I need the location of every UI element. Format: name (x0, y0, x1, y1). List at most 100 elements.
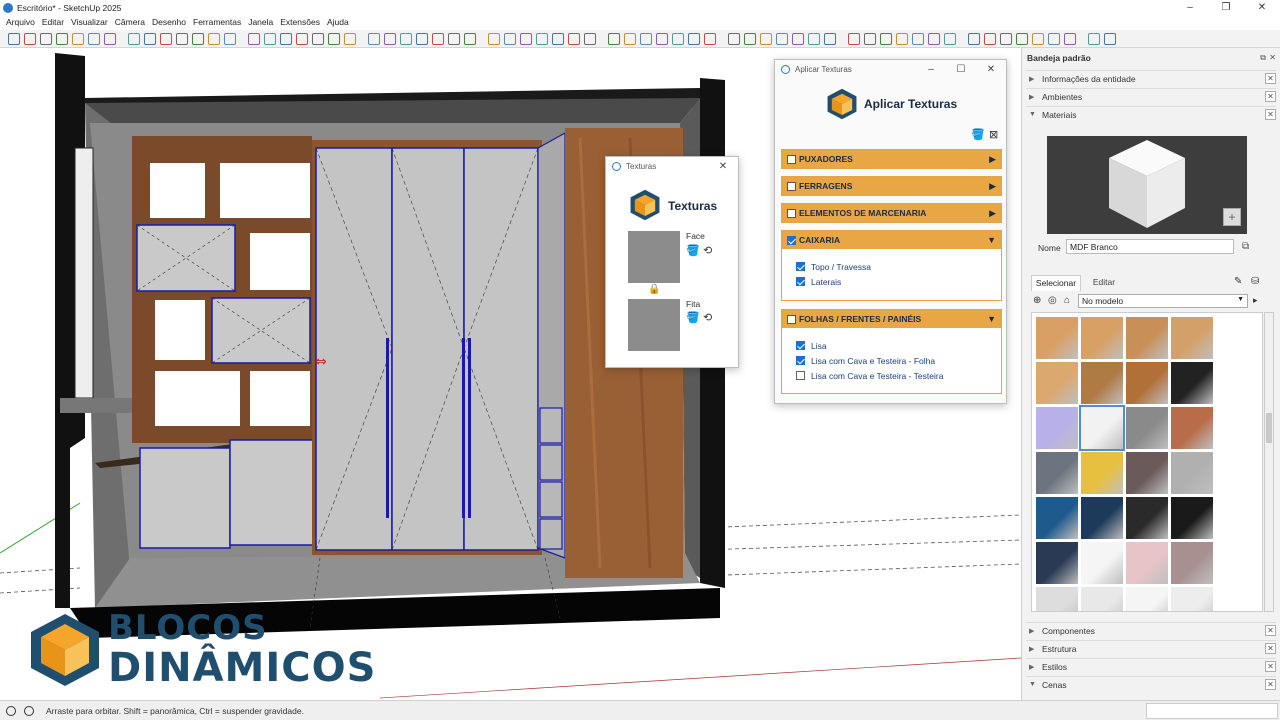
toolbar-tool-icon[interactable] (744, 33, 756, 45)
material-swatch[interactable] (1171, 362, 1213, 404)
toolbar-tool-icon[interactable] (400, 33, 412, 45)
minimize-icon[interactable]: – (1172, 0, 1208, 15)
lock-icon[interactable]: 🔒 (648, 284, 660, 295)
option-lisa[interactable]: Lisa (782, 338, 1001, 353)
panel-ambientes[interactable]: ▶ Ambientes ✕ (1026, 88, 1276, 104)
toolbar-tool-icon[interactable] (896, 33, 908, 45)
toolbar-tool-icon[interactable] (368, 33, 380, 45)
material-swatch[interactable] (1081, 362, 1123, 404)
panel-entity-info[interactable]: ▶ Informações da entidade ✕ (1026, 70, 1276, 86)
menu-visualizar[interactable]: Visualizar (71, 17, 108, 27)
toolbar-tool-icon[interactable] (640, 33, 652, 45)
toolbar-tool-icon[interactable] (488, 33, 500, 45)
menu-editar[interactable]: Editar (42, 17, 64, 27)
toolbar-tool-icon[interactable] (1032, 33, 1044, 45)
material-swatch[interactable] (1171, 317, 1213, 359)
toolbar-tool-icon[interactable] (760, 33, 772, 45)
material-swatch[interactable] (1081, 452, 1123, 494)
section-elementos-marcenaria[interactable]: ELEMENTOS DE MARCENARIA ▶ (781, 203, 1002, 223)
toolbar-tool-icon[interactable] (624, 33, 636, 45)
close-icon[interactable]: ✕ (1265, 625, 1276, 636)
toolbar-tool-icon[interactable] (536, 33, 548, 45)
toolbar-tool-icon[interactable] (1104, 33, 1116, 45)
toolbar-tool-icon[interactable] (728, 33, 740, 45)
expand-arrow-icon[interactable]: ▶ (989, 208, 996, 219)
material-swatch[interactable] (1079, 405, 1125, 451)
option-checkbox[interactable] (796, 277, 805, 286)
toolbar-tool-icon[interactable] (568, 33, 580, 45)
toolbar-tool-icon[interactable] (520, 33, 532, 45)
toolbar-tool-icon[interactable] (192, 33, 204, 45)
option-checkbox[interactable] (796, 356, 805, 365)
toolbar-tool-icon[interactable] (248, 33, 260, 45)
material-swatch[interactable] (1171, 407, 1213, 449)
menu-janela[interactable]: Janela (248, 17, 273, 27)
section-folhas-frentes-paineis[interactable]: FOLHAS / FRENTES / PAINÉIS ▼ Lisa Lisa co… (781, 309, 1002, 394)
toolbar-tool-icon[interactable] (24, 33, 36, 45)
toolbar-tool-icon[interactable] (776, 33, 788, 45)
toolbar-tool-icon[interactable] (432, 33, 444, 45)
material-swatch[interactable] (1126, 317, 1168, 359)
toolbar-tool-icon[interactable] (880, 33, 892, 45)
fita-texture-preview[interactable] (628, 299, 680, 351)
material-swatch[interactable] (1036, 317, 1078, 359)
close-icon[interactable]: ✕ (1265, 661, 1276, 672)
measurements-box[interactable] (1146, 703, 1278, 719)
tray-pin-icon[interactable]: ⧉ (1260, 53, 1266, 63)
toolbar-tool-icon[interactable] (848, 33, 860, 45)
scrollbar-thumb[interactable] (1266, 413, 1272, 443)
toolbar-tool-icon[interactable] (56, 33, 68, 45)
close-icon[interactable]: ✕ (1265, 73, 1276, 84)
close-icon[interactable]: ✕ (976, 64, 1006, 75)
panel-materiais[interactable]: ▼ Materiais ✕ (1026, 106, 1276, 122)
material-swatch[interactable] (1036, 452, 1078, 494)
toolbar-tool-icon[interactable] (312, 33, 324, 45)
expand-arrow-icon[interactable]: ▶ (989, 181, 996, 192)
panel-estilos[interactable]: ▶ Estilos ✕ (1026, 658, 1276, 674)
toolbar-tool-icon[interactable] (864, 33, 876, 45)
toolbar-tool-icon[interactable] (40, 33, 52, 45)
toolbar-tool-icon[interactable] (928, 33, 940, 45)
material-swatch[interactable] (1081, 542, 1123, 584)
option-checkbox[interactable] (796, 341, 805, 350)
forward-icon[interactable]: ◎ (1048, 295, 1057, 306)
option-checkbox[interactable] (796, 262, 805, 271)
section-checkbox[interactable] (787, 314, 796, 324)
section-checkbox[interactable] (787, 208, 796, 218)
option-checkbox[interactable] (796, 371, 805, 380)
toolbar-tool-icon[interactable] (1000, 33, 1012, 45)
clear-texture-icon[interactable]: ⊠ (989, 128, 998, 141)
toolbar-tool-icon[interactable] (176, 33, 188, 45)
toolbar-tool-icon[interactable] (1088, 33, 1100, 45)
toolbar-tool-icon[interactable] (584, 33, 596, 45)
panel-componentes[interactable]: ▶ Componentes ✕ (1026, 622, 1276, 638)
option-lisa-cava-testeira[interactable]: Lisa com Cava e Testeira - Testeira (782, 368, 1001, 383)
toolbar-tool-icon[interactable] (296, 33, 308, 45)
details-icon[interactable]: ▸ (1253, 295, 1258, 306)
toolbar-tool-icon[interactable] (1064, 33, 1076, 45)
toolbar-tool-icon[interactable] (656, 33, 668, 45)
material-swatch[interactable] (1126, 497, 1168, 539)
maximize-icon[interactable]: ☐ (946, 64, 976, 75)
maximize-icon[interactable]: ❐ (1208, 0, 1244, 15)
close-icon[interactable]: ✕ (1265, 679, 1276, 690)
tab-editar[interactable]: Editar (1084, 275, 1124, 291)
material-swatch[interactable] (1126, 542, 1168, 584)
home-icon[interactable]: ⌂ (1064, 295, 1070, 306)
toolbar-tool-icon[interactable] (128, 33, 140, 45)
grid-scrollbar[interactable] (1264, 312, 1274, 612)
close-icon[interactable]: ✕ (708, 161, 738, 172)
toolbar-tool-icon[interactable] (416, 33, 428, 45)
collapse-arrow-icon[interactable]: ▼ (987, 314, 996, 324)
duplicate-material-icon[interactable]: ⧉ (1242, 241, 1249, 252)
toolbar-tool-icon[interactable] (328, 33, 340, 45)
material-swatch[interactable] (1171, 542, 1213, 584)
toolbar-tool-icon[interactable] (792, 33, 804, 45)
section-checkbox[interactable] (787, 181, 796, 191)
collapse-arrow-icon[interactable]: ▼ (987, 235, 996, 245)
material-swatch[interactable] (1036, 542, 1078, 584)
option-topo-travessa[interactable]: Topo / Travessa (782, 259, 1001, 274)
menu-extensoes[interactable]: Extensões (280, 17, 320, 27)
toolbar-tool-icon[interactable] (264, 33, 276, 45)
material-swatch[interactable] (1171, 497, 1213, 539)
